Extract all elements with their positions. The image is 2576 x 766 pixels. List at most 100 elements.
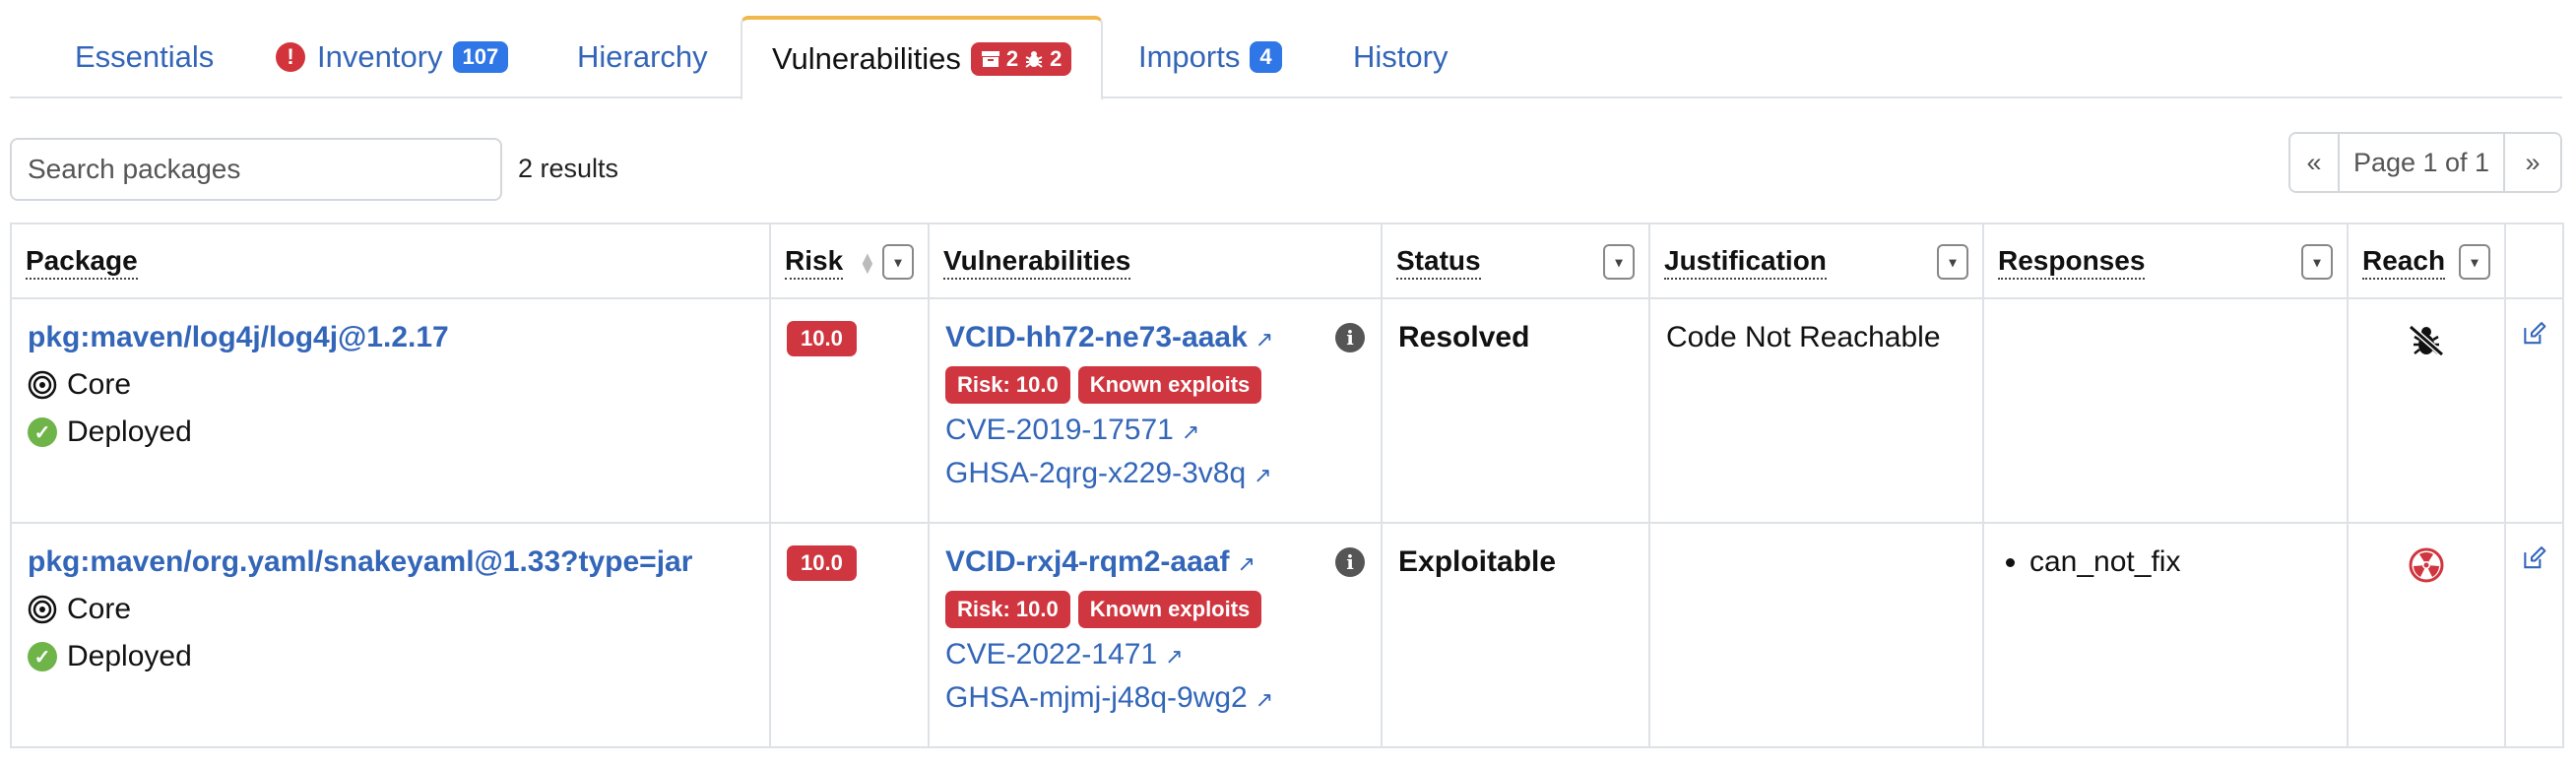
alias-link[interactable]: CVE-2019-17571 ↗	[945, 414, 1365, 447]
tab-vulnerabilities[interactable]: Vulnerabilities 2 2	[741, 16, 1104, 100]
column-header-status[interactable]: Status ▾	[1381, 223, 1650, 299]
info-icon[interactable]: i	[1335, 323, 1365, 352]
last-page-button[interactable]: »	[2505, 134, 2560, 191]
tab-inventory[interactable]: ! Inventory 107	[276, 16, 509, 98]
column-header-vulnerabilities[interactable]: Vulnerabilities	[928, 223, 1383, 299]
state-line: ✓ Deployed	[28, 640, 753, 673]
risk-tag: Risk: 10.0	[945, 591, 1070, 628]
edit-icon[interactable]	[2522, 543, 2546, 573]
filter-dropdown-icon[interactable]: ▾	[882, 244, 914, 280]
package-link[interactable]: pkg:maven/org.yaml/snakeyaml@1.33?type=j…	[28, 545, 753, 579]
justification-text: Code Not Reachable	[1666, 321, 1941, 353]
risk-badge: 10.0	[787, 545, 857, 581]
tab-history[interactable]: History	[1353, 16, 1448, 98]
tab-label: Vulnerabilities	[772, 41, 961, 76]
reach-cell	[2347, 297, 2506, 524]
vulnerability-link[interactable]: VCID-hh72-ne73-aaak	[945, 321, 1248, 354]
package-cell: pkg:maven/org.yaml/snakeyaml@1.33?type=j…	[10, 522, 771, 748]
table-row: pkg:maven/org.yaml/snakeyaml@1.33?type=j…	[10, 522, 2564, 748]
results-count: 2 results	[518, 154, 619, 183]
vulnerability-link[interactable]: VCID-rxj4-rqm2-aaaf	[945, 545, 1229, 579]
responses-cell	[1982, 297, 2349, 524]
tab-hierarchy[interactable]: Hierarchy	[577, 16, 708, 98]
filter-dropdown-icon[interactable]: ▾	[1603, 244, 1635, 280]
package-cell: pkg:maven/log4j/log4j@1.2.17 Core ✓ Depl…	[10, 297, 771, 524]
filter-dropdown-icon[interactable]: ▾	[1937, 244, 1968, 280]
external-link-icon[interactable]: ↗	[1256, 327, 1273, 351]
target-icon	[28, 595, 57, 624]
risk-badge: 10.0	[787, 321, 857, 356]
archive-icon	[981, 51, 999, 67]
badge-count-b: 2	[1050, 46, 1063, 71]
justification-cell: Code Not Reachable	[1648, 297, 1984, 524]
status-text: Resolved	[1398, 321, 1530, 353]
filter-dropdown-icon[interactable]: ▾	[2459, 244, 2490, 280]
status-cell: Exploitable	[1381, 522, 1650, 748]
column-header-responses[interactable]: Responses ▾	[1982, 223, 2349, 299]
sort-icon[interactable]: ▲ ▼	[859, 249, 876, 277]
tab-imports[interactable]: Imports 4	[1138, 16, 1282, 98]
tab-essentials[interactable]: Essentials	[75, 16, 214, 98]
justification-cell	[1648, 522, 1984, 748]
responses-cell: can_not_fix	[1982, 522, 2349, 748]
search-input[interactable]	[10, 138, 502, 201]
table-header-row: Package Risk ▲ ▼ ▾ Vulnerabilities Status…	[10, 223, 2564, 299]
tab-bar: Essentials ! Inventory 107 Hierarchy Vul…	[10, 16, 2562, 100]
tab-label: History	[1353, 39, 1449, 74]
first-page-button[interactable]: «	[2290, 134, 2340, 191]
external-link-icon: ↗	[1181, 419, 1200, 444]
filter-dropdown-icon[interactable]: ▾	[2301, 244, 2333, 280]
external-link-icon: ↗	[1165, 644, 1184, 669]
target-icon	[28, 370, 57, 400]
tab-label: Hierarchy	[577, 39, 708, 74]
risk-cell: 10.0	[769, 522, 930, 748]
status-cell: Resolved	[1381, 297, 1650, 524]
actions-cell	[2504, 297, 2564, 524]
badge-count-a: 2	[1005, 46, 1019, 71]
column-header-justification[interactable]: Justification ▾	[1648, 223, 1984, 299]
external-link-icon: ↗	[1255, 687, 1274, 712]
tab-label: Inventory	[317, 39, 443, 74]
count-badge: 107	[452, 41, 509, 73]
column-header-package[interactable]: Package	[10, 223, 771, 299]
status-text: Exploitable	[1398, 545, 1557, 578]
packages-table: Package Risk ▲ ▼ ▾ Vulnerabilities Status…	[10, 223, 2564, 748]
info-icon[interactable]: i	[1335, 547, 1365, 577]
known-exploits-tag: Known exploits	[1077, 591, 1262, 628]
check-circle-icon: ✓	[28, 417, 57, 447]
table-row: pkg:maven/log4j/log4j@1.2.17 Core ✓ Depl…	[10, 297, 2564, 524]
external-link-icon[interactable]: ↗	[1237, 551, 1255, 576]
responses-list: can_not_fix	[2000, 545, 2331, 579]
actions-cell	[2504, 522, 2564, 748]
response-item: can_not_fix	[2029, 545, 2331, 579]
vulnerabilities-cell: VCID-rxj4-rqm2-aaaf ↗ i Risk: 10.0 Known …	[928, 522, 1383, 748]
vulnerability-tags: Risk: 10.0 Known exploits	[945, 591, 1365, 628]
edit-icon[interactable]	[2522, 319, 2546, 349]
package-link[interactable]: pkg:maven/log4j/log4j@1.2.17	[28, 321, 753, 354]
alias-link[interactable]: GHSA-2qrg-x229-3v8q ↗	[945, 457, 1365, 490]
alias-link[interactable]: GHSA-mjmj-j48q-9wg2 ↗	[945, 681, 1365, 715]
known-exploits-tag: Known exploits	[1077, 366, 1262, 404]
radiation-icon	[2364, 547, 2488, 583]
column-header-actions	[2504, 223, 2564, 299]
tab-label: Imports	[1138, 39, 1241, 74]
scope-line: Core	[28, 593, 753, 626]
risk-cell: 10.0	[769, 297, 930, 524]
vulnerability-badge: 2 2	[970, 42, 1072, 76]
bug-icon	[1025, 51, 1043, 68]
scope-line: Core	[28, 368, 753, 402]
state-line: ✓ Deployed	[28, 415, 753, 449]
vulnerabilities-cell: VCID-hh72-ne73-aaak ↗ i Risk: 10.0 Known …	[928, 297, 1383, 524]
tab-label: Essentials	[75, 39, 215, 74]
not-reachable-bug-icon	[2364, 323, 2488, 358]
alias-link[interactable]: CVE-2022-1471 ↗	[945, 638, 1365, 671]
external-link-icon: ↗	[1254, 463, 1272, 487]
count-badge: 4	[1250, 41, 1282, 73]
reach-cell	[2347, 522, 2506, 748]
alert-icon: !	[276, 42, 305, 72]
column-header-risk[interactable]: Risk ▲ ▼ ▾	[769, 223, 930, 299]
page-indicator: Page 1 of 1	[2340, 134, 2505, 191]
column-header-reach[interactable]: Reach ▾	[2347, 223, 2506, 299]
pagination: « Page 1 of 1 »	[2288, 132, 2562, 193]
vulnerability-tags: Risk: 10.0 Known exploits	[945, 366, 1365, 404]
